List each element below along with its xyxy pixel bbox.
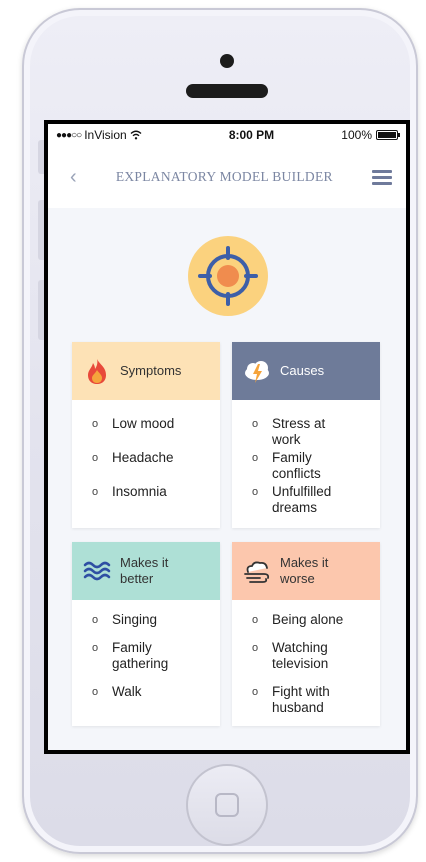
makes-it-better-list: o Singing o Family gathering o Walk: [72, 600, 220, 720]
home-square-icon: [215, 793, 239, 817]
list-item: o Family conflicts: [252, 450, 321, 481]
home-button[interactable]: [186, 764, 268, 846]
front-camera: [220, 54, 234, 68]
signal-strength-icon: ●●●○○: [56, 129, 82, 141]
causes-card[interactable]: Causes o Stress at work o Family conflicts…: [232, 342, 380, 528]
waves-icon: [83, 561, 111, 581]
symptoms-card-header: Symptoms: [72, 342, 220, 400]
list-item: o Being alone: [252, 612, 344, 627]
phone-screen: ●●●○○ InVision 8:00 PM 100% ‹ EXPLANATOR…: [44, 120, 410, 754]
causes-label: Causes: [280, 363, 325, 378]
list-item: o Stress at work: [252, 416, 326, 447]
makes-it-worse-label: Makes it worse: [280, 555, 329, 586]
makes-it-worse-list: o Being alone o Watching television o Fight…: [232, 600, 380, 736]
makes-it-worse-card[interactable]: Makes it worse o Being alone o Watching te…: [232, 542, 380, 726]
battery-icon: [376, 130, 400, 140]
symptoms-list: o Low mood o Headache o Insomnia: [72, 400, 220, 526]
list-item: o Fight with husband: [252, 684, 330, 715]
list-item: o Walk: [92, 684, 142, 699]
battery-percent: 100%: [341, 128, 372, 142]
nav-bar: ‹ EXPLANATORY MODEL BUILDER: [48, 146, 406, 208]
wifi-icon: [130, 130, 142, 140]
list-item: o Insomnia: [92, 484, 167, 499]
earpiece-speaker: [186, 84, 268, 98]
list-item: o Headache: [92, 450, 174, 465]
hamburger-menu-icon[interactable]: [372, 169, 392, 185]
list-item: o Unfulfilled dreams: [252, 484, 332, 515]
flame-icon: [88, 359, 106, 384]
storm-cloud-icon: [245, 361, 269, 383]
makes-it-worse-card-header: Makes it worse: [232, 542, 380, 600]
makes-it-better-card[interactable]: Makes it better o Singing o Family gatheri…: [72, 542, 220, 726]
list-item: o Low mood: [92, 416, 175, 431]
status-time: 8:00 PM: [228, 128, 275, 142]
list-item: o Watching television: [252, 640, 329, 671]
causes-list: o Stress at work o Family conflicts o Unful…: [232, 400, 380, 526]
wind-cloud-icon: [244, 561, 270, 583]
list-item: o Family gathering: [92, 640, 169, 671]
carrier-name: InVision: [84, 128, 127, 142]
symptoms-label: Symptoms: [120, 363, 182, 378]
page-title: EXPLANATORY MODEL BUILDER: [115, 169, 333, 184]
makes-it-better-label: Makes it better: [120, 555, 169, 586]
list-item: o Singing: [92, 612, 158, 627]
status-bar: ●●●○○ InVision 8:00 PM 100%: [48, 124, 406, 146]
symptoms-card[interactable]: Symptoms o Low mood o Headache o Insomnia: [72, 342, 220, 528]
target-crosshair-icon: [188, 236, 268, 316]
causes-card-header: Causes: [232, 342, 380, 400]
makes-it-better-card-header: Makes it better: [72, 542, 220, 600]
chevron-left-icon[interactable]: ‹: [70, 166, 77, 189]
app-screen: ●●●○○ InVision 8:00 PM 100% ‹ EXPLANATOR…: [48, 124, 406, 750]
